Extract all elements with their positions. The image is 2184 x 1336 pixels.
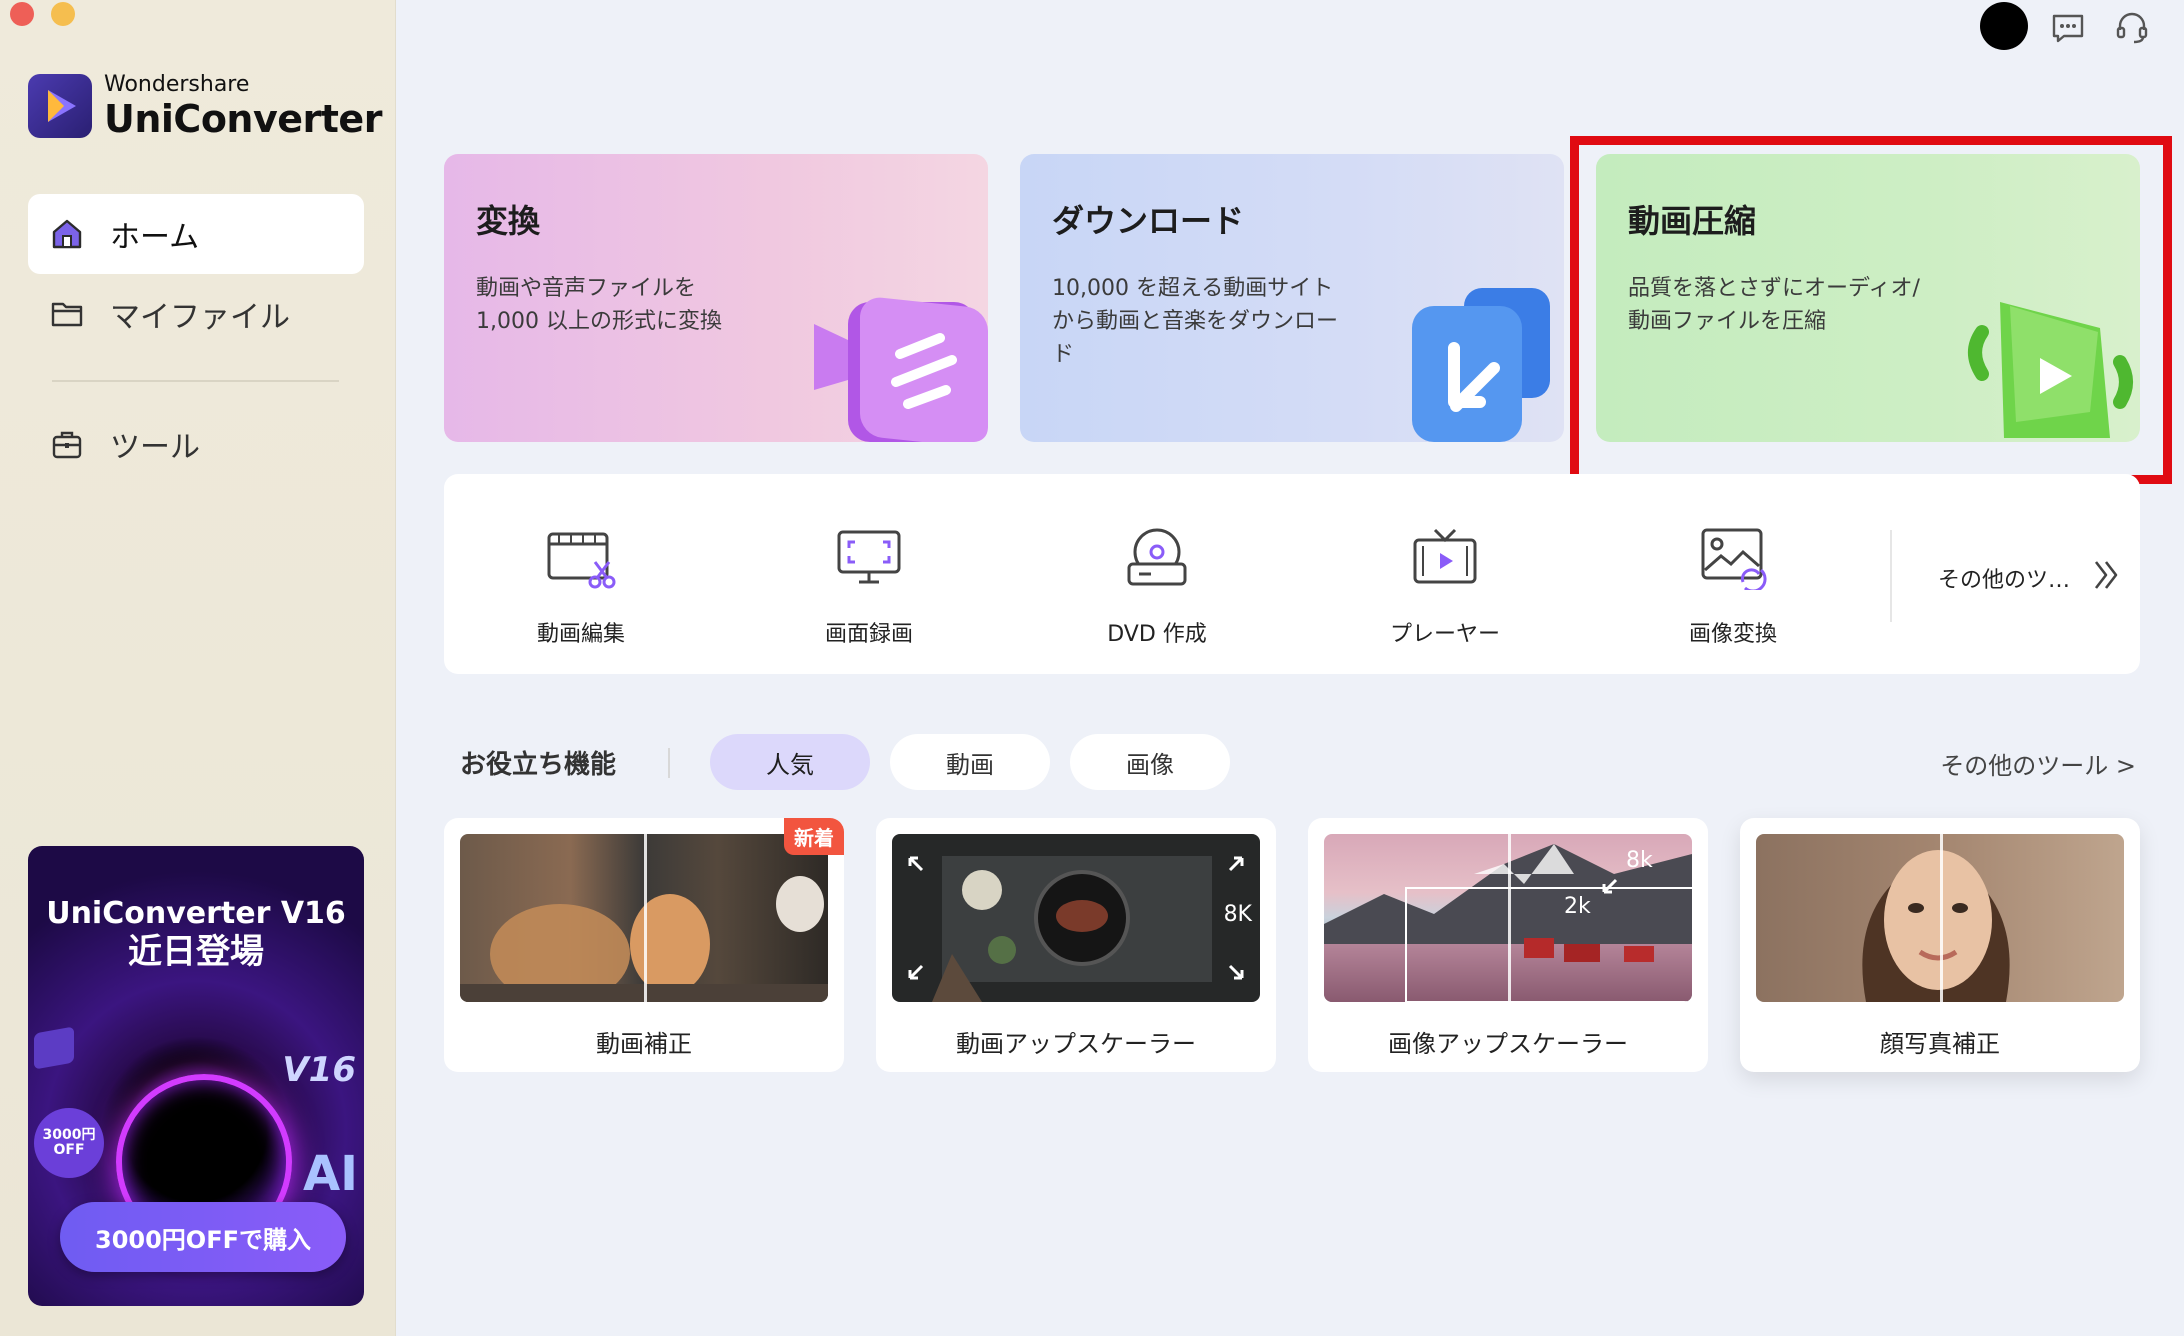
promo-banner[interactable]: UniConverter V16 近日登場 V16 AI 3000円 OFF 30… bbox=[28, 846, 364, 1306]
function-card-face-enhance[interactable]: 顔写真補正 bbox=[1740, 818, 2140, 1072]
double-chevron-right-icon bbox=[2092, 558, 2120, 598]
tools-more-button[interactable]: その他のツ… bbox=[1938, 558, 2120, 598]
download-3d-icon bbox=[1384, 262, 1564, 442]
tools-more-label: その他のツ… bbox=[1938, 568, 2071, 593]
function-card-label: 顔写真補正 bbox=[1880, 1030, 2000, 1058]
card-description: 品質を落とさずにオーディオ/動画ファイルを圧縮 bbox=[1628, 276, 1920, 334]
feature-card-compress[interactable]: 動画圧縮 品質を落とさずにオーディオ/動画ファイルを圧縮 bbox=[1596, 154, 2140, 442]
video-edit-icon bbox=[545, 526, 617, 590]
card-description: 動画や音声ファイルを 1,000 以上の形式に変換 bbox=[476, 276, 722, 334]
folder-icon bbox=[50, 297, 84, 331]
toolbox-icon bbox=[50, 427, 84, 461]
resolution-tag-high: 8k bbox=[1626, 848, 1653, 873]
section-divider bbox=[668, 748, 670, 778]
sidebar-item-label: ツール bbox=[110, 430, 200, 465]
tool-label: 画像変換 bbox=[1688, 622, 1777, 647]
feature-card-convert[interactable]: 変換 動画や音声ファイルを 1,000 以上の形式に変換 bbox=[444, 154, 988, 442]
function-card-label: 画像アップスケーラー bbox=[1388, 1030, 1628, 1058]
brand-product: UniConverter bbox=[104, 97, 382, 141]
convert-3d-icon bbox=[808, 262, 988, 442]
sidebar-divider bbox=[52, 380, 339, 382]
screen-record-icon bbox=[833, 526, 905, 590]
image-convert-icon bbox=[1697, 526, 1769, 593]
uniconverter-logo-icon bbox=[28, 74, 92, 138]
card-description: 10,000 を超える動画サイトから動画と音楽をダウンロード bbox=[1052, 276, 1339, 367]
promo-title: UniConverter V16 近日登場 bbox=[28, 896, 364, 973]
tool-player[interactable]: プレーヤー bbox=[1345, 526, 1545, 648]
app-logo: Wondershare UniConverter bbox=[28, 74, 382, 138]
tab-video[interactable]: 動画 bbox=[890, 734, 1050, 790]
sidebar-item-label: マイファイル bbox=[110, 300, 290, 335]
promo-discount-badge: 3000円 OFF bbox=[34, 1108, 104, 1178]
function-card-video-enhance[interactable]: 新着 動画補正 bbox=[444, 818, 844, 1072]
feature-card-download[interactable]: ダウンロード 10,000 を超える動画サイトから動画と音楽をダウンロード bbox=[1020, 154, 1564, 442]
function-card-video-upscaler[interactable]: 8K 動画アップスケーラー bbox=[876, 818, 1276, 1072]
tool-label: 動画編集 bbox=[536, 622, 625, 647]
card-title: ダウンロード bbox=[1052, 202, 1245, 240]
promo-title-line2: 近日登場 bbox=[128, 932, 264, 972]
player-tv-icon bbox=[1409, 526, 1481, 590]
dvd-burn-icon bbox=[1121, 526, 1193, 590]
video-enhance-thumbnail bbox=[460, 834, 828, 1002]
more-tools-link[interactable]: その他のツール > bbox=[1940, 746, 2136, 781]
tool-label: プレーヤー bbox=[1389, 622, 1500, 647]
user-avatar[interactable] bbox=[1980, 2, 2028, 50]
sidebar: Wondershare UniConverter ホーム マイファイル ツール … bbox=[0, 0, 396, 1336]
resolution-tag-low: 2k bbox=[1564, 894, 1591, 919]
sidebar-item-home[interactable]: ホーム bbox=[28, 194, 364, 274]
function-card-label: 動画アップスケーラー bbox=[956, 1030, 1196, 1058]
compress-3d-icon bbox=[1960, 262, 2140, 442]
promo-version-badge: V16 bbox=[282, 1050, 356, 1090]
sidebar-item-tools[interactable]: ツール bbox=[28, 404, 364, 484]
tool-label: DVD 作成 bbox=[1107, 622, 1207, 647]
promo-title-line1: UniConverter V16 bbox=[46, 896, 346, 931]
promo-buy-button[interactable]: 3000円OFFで購入 bbox=[60, 1202, 346, 1272]
tools-strip: 動画編集 画面録画 DVD 作成 プレーヤー 画像変換 その他のツ… bbox=[444, 474, 2140, 674]
tab-popular[interactable]: 人気 bbox=[710, 734, 870, 790]
tab-image[interactable]: 画像 bbox=[1070, 734, 1230, 790]
function-card-image-upscaler[interactable]: 2k 8k 画像アップスケーラー bbox=[1308, 818, 1708, 1072]
resolution-tag: 8K bbox=[1223, 902, 1252, 927]
sidebar-item-label: ホーム bbox=[110, 220, 200, 255]
brand-company: Wondershare bbox=[104, 72, 250, 97]
video-upscaler-thumbnail: 8K bbox=[892, 834, 1260, 1002]
compare-split-line bbox=[1940, 834, 1943, 1002]
window-minimize-button[interactable] bbox=[51, 2, 75, 26]
compare-split-line bbox=[644, 834, 647, 1002]
tool-image-convert[interactable]: 画像変換 bbox=[1633, 526, 1833, 648]
tool-video-edit[interactable]: 動画編集 bbox=[481, 526, 681, 648]
face-enhance-thumbnail bbox=[1756, 834, 2124, 1002]
sidebar-item-myfiles[interactable]: マイファイル bbox=[28, 274, 364, 354]
function-card-label: 動画補正 bbox=[596, 1030, 692, 1058]
support-headset-icon[interactable] bbox=[2112, 8, 2152, 48]
new-badge: 新着 bbox=[784, 818, 844, 855]
window-close-button[interactable] bbox=[10, 2, 34, 26]
tools-divider bbox=[1890, 530, 1892, 622]
promo-ai-badge: AI bbox=[302, 1146, 358, 1202]
card-title: 動画圧縮 bbox=[1628, 202, 1757, 240]
home-icon bbox=[50, 217, 84, 251]
useful-section-title: お役立ち機能 bbox=[460, 750, 617, 780]
promo-cube-decoration bbox=[34, 1026, 74, 1070]
tool-screen-record[interactable]: 画面録画 bbox=[769, 526, 969, 648]
feedback-icon[interactable] bbox=[2048, 8, 2088, 48]
card-title: 変換 bbox=[476, 202, 541, 240]
compare-split-line bbox=[1508, 834, 1511, 1002]
tool-dvd-burn[interactable]: DVD 作成 bbox=[1057, 526, 1257, 648]
image-upscaler-thumbnail: 2k 8k bbox=[1324, 834, 1692, 1002]
sidebar-nav: ホーム マイファイル bbox=[28, 194, 364, 354]
tool-label: 画面録画 bbox=[824, 622, 913, 647]
